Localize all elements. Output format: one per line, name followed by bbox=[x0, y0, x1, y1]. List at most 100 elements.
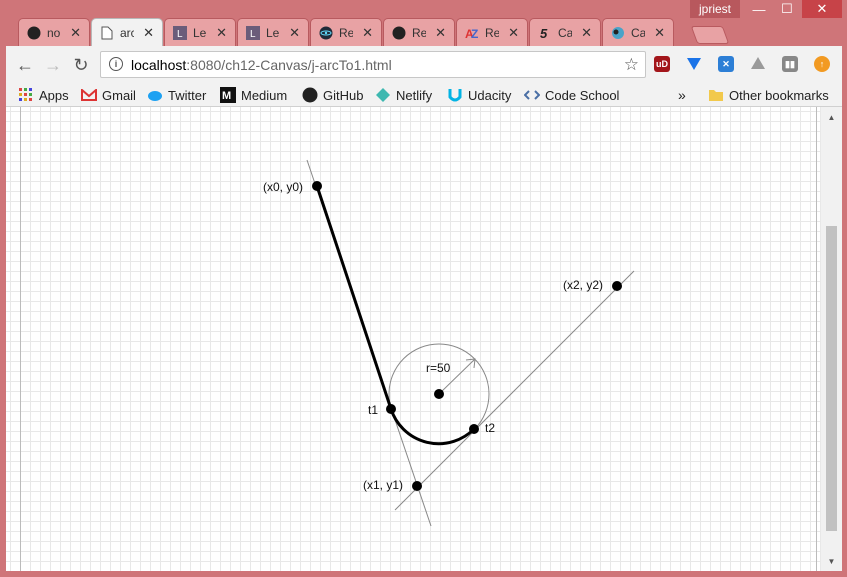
bookmark-apps[interactable]: Apps bbox=[18, 86, 69, 104]
tab-label: Re bbox=[339, 25, 353, 40]
bookmark-github[interactable]: GitHub bbox=[302, 86, 363, 104]
scroll-up-arrow-icon[interactable]: ▲ bbox=[821, 109, 842, 125]
bookmark-label: Netlify bbox=[396, 87, 433, 103]
circle-center bbox=[434, 389, 444, 399]
bookmark-label: Medium bbox=[241, 87, 288, 103]
label-t2: t2 bbox=[485, 421, 495, 435]
bookmark-twitter[interactable]: Twitter bbox=[147, 86, 206, 104]
bookmark-label: GitHub bbox=[323, 87, 364, 103]
close-icon[interactable]: ✕ bbox=[143, 25, 154, 41]
tab-3[interactable]: L Le ✕ bbox=[237, 18, 309, 46]
bookmark-udacity[interactable]: Udacity bbox=[447, 86, 511, 104]
reload-icon[interactable]: ↻ bbox=[70, 54, 92, 76]
close-icon[interactable]: ✕ bbox=[435, 25, 446, 41]
udacity-icon bbox=[447, 87, 463, 103]
react-icon bbox=[319, 26, 333, 40]
tab-1[interactable]: arc ✕ bbox=[91, 18, 163, 46]
twitter-icon bbox=[147, 87, 163, 103]
bookmark-netlify[interactable]: Netlify bbox=[375, 86, 432, 104]
tab-label: Ca bbox=[631, 25, 645, 40]
tangent-line-2 bbox=[394, 270, 635, 511]
tab-5[interactable]: Re ✕ bbox=[383, 18, 455, 46]
bookmark-gmail[interactable]: Gmail bbox=[81, 86, 136, 104]
minimize-button[interactable]: — bbox=[744, 0, 774, 18]
address-bar[interactable]: i localhost:8080/ch12-Canvas/j-arcTo1.ht… bbox=[100, 51, 646, 78]
close-icon[interactable]: ✕ bbox=[70, 25, 81, 41]
arcto-diagram: (x0, y0) (x2, y2) (x1, y1) r=50 t1 t2 bbox=[263, 159, 635, 527]
new-tab-button[interactable] bbox=[690, 26, 730, 44]
point-t1 bbox=[386, 404, 396, 414]
tab-strip: no ✕ arc ✕ L Le ✕ L Le ✕ Re ✕ Re ✕ A Z R… bbox=[18, 18, 675, 46]
github-icon bbox=[27, 26, 41, 40]
tab-0[interactable]: no ✕ bbox=[18, 18, 90, 46]
profile-button[interactable]: jpriest bbox=[690, 0, 740, 18]
label-radius: r=50 bbox=[426, 361, 451, 375]
tab-7[interactable]: 5 Ca ✕ bbox=[529, 18, 601, 46]
label-p2: (x2, y2) bbox=[563, 278, 603, 292]
svg-text:Z: Z bbox=[471, 27, 478, 40]
bookmark-label: Apps bbox=[39, 87, 69, 103]
svg-text:5: 5 bbox=[540, 26, 548, 40]
url-path: :8080/ch12-Canvas/j-arcTo1.html bbox=[186, 56, 392, 73]
svg-text:L: L bbox=[250, 29, 256, 40]
scroll-down-arrow-icon[interactable]: ▼ bbox=[821, 553, 842, 569]
bookmark-label: Gmail bbox=[102, 87, 136, 103]
github-icon bbox=[392, 26, 406, 40]
browser-window: no ✕ arc ✕ L Le ✕ L Le ✕ Re ✕ Re ✕ A Z R… bbox=[0, 0, 847, 577]
upload-icon[interactable]: ↑ bbox=[814, 56, 830, 72]
point-p0 bbox=[312, 181, 322, 191]
point-p2 bbox=[612, 281, 622, 291]
tab-4[interactable]: Re ✕ bbox=[310, 18, 382, 46]
tab-label: arc bbox=[120, 25, 134, 40]
bird-icon bbox=[611, 26, 625, 40]
point-t2 bbox=[469, 424, 479, 434]
bookmark-code-school[interactable]: Code School bbox=[524, 86, 619, 104]
close-icon[interactable]: ✕ bbox=[362, 25, 373, 41]
forward-arrow-icon[interactable]: → bbox=[42, 54, 64, 76]
window-close-button[interactable]: ✕ bbox=[802, 0, 842, 18]
canvas-diagram: (x0, y0) (x2, y2) (x1, y1) r=50 t1 t2 bbox=[20, 107, 820, 571]
crossed-tools-icon[interactable]: ✕ bbox=[718, 56, 734, 72]
letter-l-icon: L bbox=[246, 25, 260, 40]
maximize-button[interactable]: ☐ bbox=[772, 0, 802, 18]
drive-icon[interactable] bbox=[750, 56, 766, 72]
bookmark-label: Other bookmarks bbox=[729, 87, 829, 103]
bookmark-label: Twitter bbox=[168, 87, 207, 103]
five-icon: 5 bbox=[538, 26, 552, 40]
ublock-icon[interactable]: uD bbox=[654, 56, 670, 72]
tab-6[interactable]: AZ Re ✕ bbox=[456, 18, 528, 46]
scroll-thumb[interactable] bbox=[826, 226, 837, 531]
title-bar: no ✕ arc ✕ L Le ✕ L Le ✕ Re ✕ Re ✕ A Z R… bbox=[0, 0, 847, 46]
point-p1 bbox=[412, 481, 422, 491]
tab-2[interactable]: L Le ✕ bbox=[164, 18, 236, 46]
medium-icon: M bbox=[220, 87, 236, 103]
bookmark-medium[interactable]: M Medium bbox=[220, 86, 287, 104]
apps-grid-icon bbox=[18, 87, 34, 103]
bookmark-label: Code School bbox=[545, 87, 620, 103]
back-arrow-icon[interactable]: ← bbox=[14, 54, 36, 76]
close-icon[interactable]: ✕ bbox=[581, 25, 592, 41]
document-icon bbox=[100, 26, 114, 40]
close-icon[interactable]: ✕ bbox=[289, 25, 300, 41]
info-icon[interactable]: i bbox=[109, 57, 123, 71]
bookmark-star-icon[interactable]: ☆ bbox=[624, 55, 639, 75]
label-t1: t1 bbox=[368, 403, 378, 417]
tab-label: Le bbox=[266, 25, 280, 40]
close-icon[interactable]: ✕ bbox=[508, 25, 519, 41]
tab-8[interactable]: Ca ✕ bbox=[602, 18, 674, 46]
other-bookmarks[interactable]: Other bookmarks bbox=[708, 86, 829, 104]
code-icon bbox=[524, 87, 540, 103]
close-icon[interactable]: ✕ bbox=[654, 25, 665, 41]
svg-text:M: M bbox=[222, 90, 231, 102]
svg-text:L: L bbox=[177, 29, 183, 40]
vue-devtools-icon[interactable] bbox=[686, 56, 702, 72]
tab-label: Le bbox=[193, 25, 207, 40]
vertical-scrollbar[interactable]: ▲ ▼ bbox=[821, 107, 842, 571]
bookmarks-overflow-button[interactable]: » bbox=[678, 86, 686, 104]
tab-label: Ca bbox=[558, 25, 572, 40]
tab-label: Re bbox=[412, 25, 426, 40]
pause-icon[interactable]: ▮▮ bbox=[782, 56, 798, 72]
close-icon[interactable]: ✕ bbox=[216, 25, 227, 41]
bookmarks-bar: Apps Gmail Twitter M Medium GitHub Netli… bbox=[6, 84, 842, 107]
page-content: (x0, y0) (x2, y2) (x1, y1) r=50 t1 t2 bbox=[6, 107, 821, 571]
